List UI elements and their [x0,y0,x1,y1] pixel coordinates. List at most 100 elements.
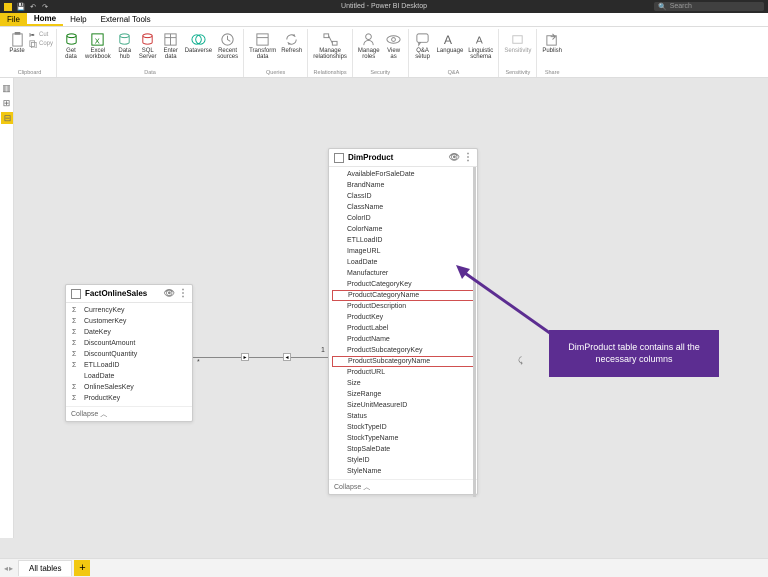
field[interactable]: ColorID [329,213,477,224]
field[interactable]: ProductSubcategoryName [332,356,474,367]
dataverse-button[interactable]: Dataverse [183,29,214,69]
table-fact-online-sales[interactable]: FactOnlineSales 👁 ⋮ CurrencyKeyCustomerK… [65,284,193,422]
more-icon[interactable]: ⋮ [463,152,472,163]
get-data-button[interactable]: Get data [60,29,82,69]
menu-home[interactable]: Home [27,13,63,26]
cursor-icon: ⤹ [518,356,523,366]
field[interactable]: Manufacturer [329,268,477,279]
recent-sources-button[interactable]: Recent sources [215,29,240,69]
table-icon [334,153,344,163]
visibility-icon[interactable]: 👁 [164,288,175,299]
group-queries: Transform data Refresh Queries [244,29,308,77]
refresh-button[interactable]: Refresh [279,29,304,69]
table-header[interactable]: DimProduct 👁 ⋮ [329,149,477,167]
field[interactable]: ProductName [329,334,477,345]
field[interactable]: ProductCategoryName [332,290,474,301]
field[interactable]: DiscountQuantity [66,349,192,360]
titlebar: 💾 ↶ ↷ Untitled - Power BI Desktop 🔍 Sear… [0,0,768,13]
group-security: Manage roles View as Security [353,29,409,77]
field[interactable]: SizeUnitMeasureID [329,400,477,411]
tab-all-tables[interactable]: All tables [18,560,72,576]
group-clipboard: Paste ✂Cut Copy Clipboard [3,29,57,77]
collapse-button[interactable]: Collapse ︿ [66,406,192,421]
field[interactable]: StyleName [329,466,477,477]
redo-icon[interactable]: ↷ [40,2,50,12]
field[interactable]: ProductURL [329,367,477,378]
publish-button[interactable]: Publish [540,29,564,69]
report-view-icon[interactable]: ▥ [1,82,13,94]
relationship-filter-icon[interactable]: ▸ [241,353,249,361]
enter-data-button[interactable]: Enter data [160,29,182,69]
data-view-icon[interactable]: ⊞ [1,97,13,109]
group-qa: Q&A setup ALanguage ALinguistic schema Q… [409,29,500,77]
field[interactable]: OnlineSalesKey [66,382,192,393]
window-title: Untitled - Power BI Desktop [341,3,427,10]
language-button[interactable]: ALanguage [435,29,466,69]
field[interactable]: SizeRange [329,389,477,400]
manage-roles-button[interactable]: Manage roles [356,29,382,69]
field[interactable]: StopSaleDate [329,444,477,455]
menu-file[interactable]: File [0,13,27,26]
visibility-icon[interactable]: 👁 [449,152,460,163]
datahub-button[interactable]: Data hub [114,29,136,69]
menu-external[interactable]: External Tools [94,13,158,26]
field[interactable]: ProductKey [329,312,477,323]
field[interactable]: StyleID [329,455,477,466]
field-list: CurrencyKeyCustomerKeyDateKeyDiscountAmo… [66,303,192,406]
field[interactable]: ProductKey [66,393,192,404]
relationship-filter-icon[interactable]: ◂ [283,353,291,361]
undo-icon[interactable]: ↶ [28,2,38,12]
table-header[interactable]: FactOnlineSales 👁 ⋮ [66,285,192,303]
field[interactable]: StockTypeID [329,422,477,433]
field[interactable]: ProductDescription [329,301,477,312]
field[interactable]: Status [329,411,477,422]
field[interactable]: DiscountAmount [66,338,192,349]
tab-nav[interactable]: ◂▸ [4,564,13,573]
field[interactable]: ETLLoadID [66,360,192,371]
field[interactable]: LoadDate [329,257,477,268]
field[interactable]: ClassName [329,202,477,213]
collapse-button[interactable]: Collapse ︿ [329,479,477,494]
table-dim-product[interactable]: DimProduct 👁 ⋮ AvailableForSaleDateBrand… [328,148,478,495]
field[interactable]: AvailableForSaleDate [329,169,477,180]
field[interactable]: ProductLabel [329,323,477,334]
field[interactable]: DateKey [66,327,192,338]
linguistic-schema-button[interactable]: ALinguistic schema [466,29,495,69]
field-list: AvailableForSaleDateBrandNameClassIDClas… [329,167,477,479]
relationship-line[interactable] [193,357,328,358]
field[interactable]: Size [329,378,477,389]
transform-data-button[interactable]: Transform data [247,29,278,69]
manage-relationships-button[interactable]: Manage relationships [311,29,349,69]
save-icon[interactable]: 💾 [16,2,26,12]
menu-help[interactable]: Help [63,13,93,26]
scrollbar[interactable] [473,167,476,497]
field[interactable]: ClassID [329,191,477,202]
cut-button[interactable]: ✂Cut [29,31,53,39]
field[interactable]: CustomerKey [66,316,192,327]
field[interactable]: ProductSubcategoryKey [329,345,477,356]
field[interactable]: StockTypeName [329,433,477,444]
more-icon[interactable]: ⋮ [178,288,187,299]
ribbon: Paste ✂Cut Copy Clipboard Get data XExce… [0,27,768,78]
field[interactable]: ImageURL [329,246,477,257]
model-canvas[interactable]: FactOnlineSales 👁 ⋮ CurrencyKeyCustomerK… [14,78,768,538]
group-sensitivity: Sensitivity Sensitivity [499,29,537,77]
excel-button[interactable]: XExcel workbook [83,29,113,69]
field[interactable]: CurrencyKey [66,305,192,316]
svg-text:X: X [95,36,100,45]
field[interactable]: BrandName [329,180,477,191]
field[interactable]: ProductCategoryKey [329,279,477,290]
search-input[interactable]: 🔍 Search [654,2,764,11]
field[interactable]: ETLLoadID [329,235,477,246]
field[interactable]: LoadDate [66,371,192,382]
qa-setup-button[interactable]: Q&A setup [412,29,434,69]
paste-button[interactable]: Paste [6,29,28,69]
sensitivity-button[interactable]: Sensitivity [502,29,533,69]
cardinality-one: 1 [321,347,325,354]
add-tab-button[interactable]: + [74,560,90,576]
field[interactable]: ColorName [329,224,477,235]
model-view-icon[interactable]: ⊟ [1,112,13,124]
sql-button[interactable]: SQL Server [137,29,159,69]
view-as-button[interactable]: View as [383,29,405,69]
copy-button[interactable]: Copy [29,40,53,48]
